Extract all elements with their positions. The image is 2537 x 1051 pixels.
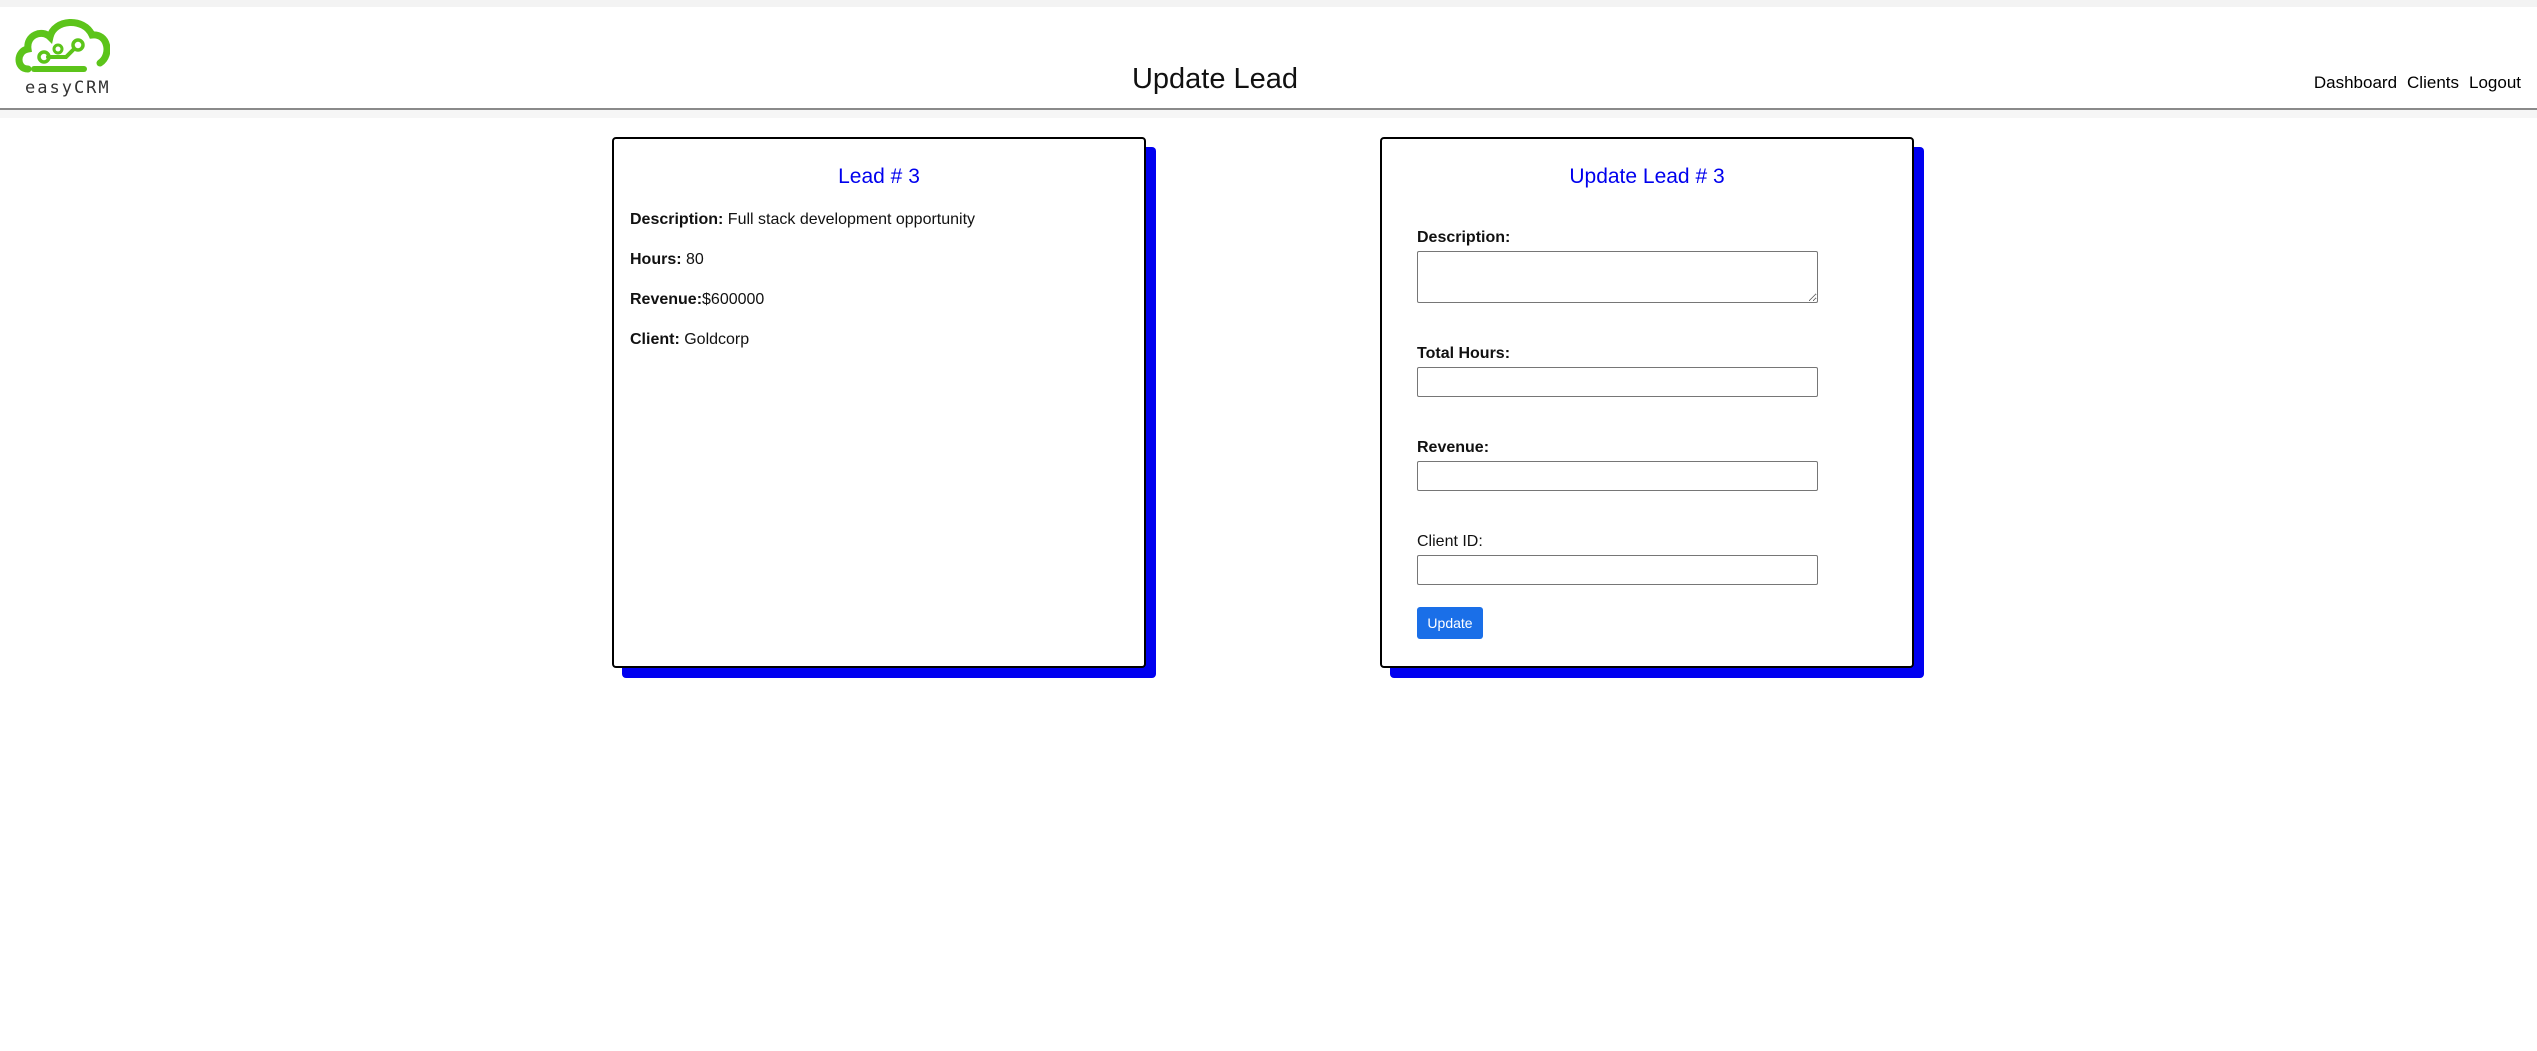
revenue-label: Revenue: [1417, 439, 1490, 456]
description-label: Description: [1417, 229, 1511, 246]
lead-client: Client: Goldcorp [630, 331, 749, 349]
description-textarea[interactable] [1417, 251, 1818, 303]
top-nav: Dashboard Clients Logout [2314, 73, 2521, 93]
update-lead-form-card: Update Lead # 3 Description: Total Hours… [1380, 137, 1914, 668]
app-header: easyCRM Update Lead Dashboard Clients Lo… [0, 7, 2537, 110]
nav-clients-link[interactable]: Clients [2407, 73, 2459, 93]
nav-dashboard-link[interactable]: Dashboard [2314, 73, 2397, 93]
nav-logout-link[interactable]: Logout [2469, 73, 2521, 93]
lead-revenue-value: $600000 [702, 291, 765, 308]
update-button[interactable]: Update [1417, 607, 1483, 639]
total-hours-label: Total Hours: [1417, 345, 1511, 362]
browser-top-strip [0, 0, 2537, 7]
lead-revenue-label: Revenue: [630, 291, 703, 308]
header-underline-band [0, 110, 2537, 118]
client-id-input[interactable] [1417, 555, 1818, 585]
form-card-title: Update Lead # 3 [1569, 165, 1725, 188]
lead-hours-label: Hours: [630, 251, 682, 268]
lead-description-label: Description: [630, 211, 724, 228]
revenue-input[interactable] [1417, 461, 1818, 491]
lead-details-card: Lead # 3 Description: Full stack develop… [612, 137, 1146, 668]
lead-card-title: Lead # 3 [838, 165, 920, 188]
page-title: Update Lead [1131, 63, 1299, 95]
lead-revenue: Revenue:$600000 [630, 291, 764, 309]
lead-hours-value: 80 [686, 251, 704, 268]
lead-client-label: Client: [630, 331, 680, 348]
total-hours-input[interactable] [1417, 367, 1818, 397]
lead-description: Description: Full stack development oppo… [630, 211, 975, 229]
client-id-label: Client ID: [1417, 533, 1483, 550]
lead-hours: Hours: 80 [630, 251, 704, 269]
lead-client-value: Goldcorp [684, 331, 750, 348]
lead-description-value: Full stack development opportunity [727, 211, 976, 228]
